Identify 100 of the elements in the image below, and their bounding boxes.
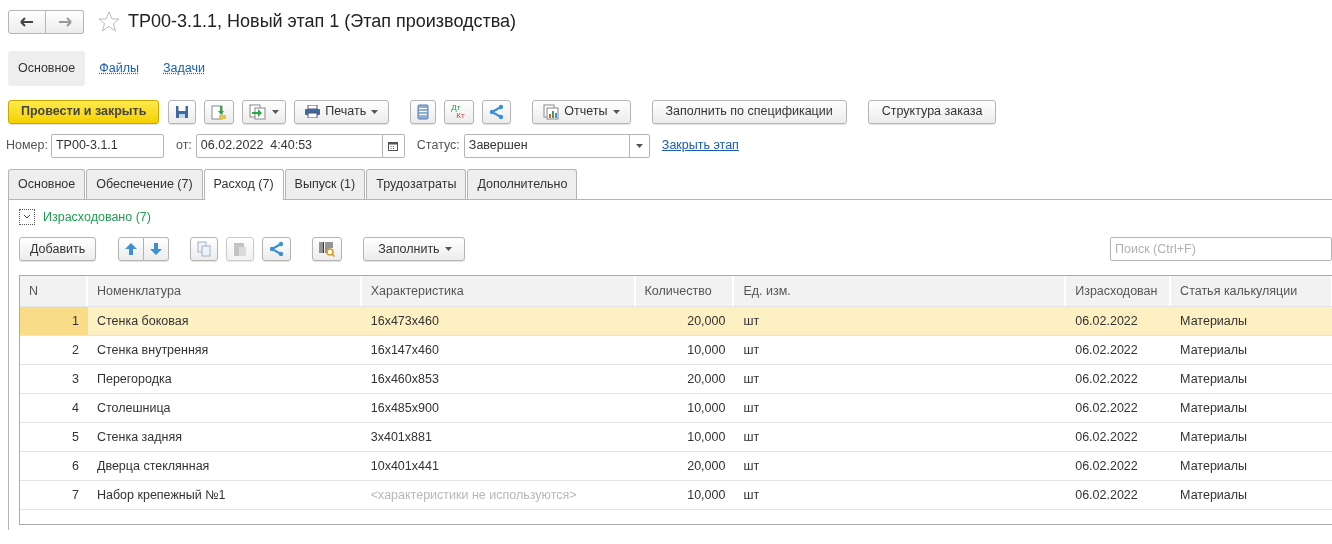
table-cell-text: 06.02.2022	[1074, 457, 1139, 475]
reports-button[interactable]: Отчеты	[532, 99, 631, 124]
table-cell-text: шт	[742, 399, 761, 417]
table-cell-text: 10х401х441	[369, 457, 440, 475]
list-button[interactable]	[410, 99, 437, 124]
tab[interactable]: Основное	[8, 168, 86, 199]
down-arrow-icon	[150, 243, 163, 256]
back-button[interactable]	[8, 9, 46, 34]
chevron-down-icon	[23, 213, 31, 220]
status-label: Статус:	[416, 137, 460, 155]
table-cell-text: Материалы	[1179, 428, 1249, 446]
window-title: ТР00-3.1.1, Новый этап 1 (Этап производства)	[128, 10, 517, 33]
tab[interactable]: Обеспечение (7)	[86, 168, 203, 199]
printer-icon	[305, 105, 321, 119]
documents-arrow-icon	[249, 103, 268, 120]
caret-icon	[635, 143, 643, 148]
status-dropdown[interactable]: Завершен	[463, 133, 650, 158]
date-field[interactable]: 06.02.2022 4:40:53	[195, 133, 405, 158]
share-icon	[489, 103, 505, 120]
tab[interactable]: Дополнительно	[467, 168, 578, 199]
right-arrow-icon	[57, 16, 72, 27]
table-cell-text: 5	[71, 428, 80, 446]
barcode-search-button[interactable]	[312, 237, 343, 262]
add-button[interactable]: Добавить	[19, 237, 97, 262]
create-based-on-button[interactable]	[242, 99, 287, 124]
caret-icon	[444, 247, 452, 252]
table-cell-text: 06.02.2022	[1074, 399, 1139, 417]
table-cell-text: Набор крепежный №1	[95, 486, 227, 504]
collapse-toggle[interactable]	[19, 208, 35, 225]
tab[interactable]: Трудозатраты	[366, 168, 467, 199]
table-cell-text: Материалы	[1179, 341, 1249, 359]
number-field[interactable]: ТР00-3.1.1	[50, 133, 164, 158]
table-cell-text: 16х460х853	[369, 370, 440, 388]
table-cell-text: Материалы	[1179, 399, 1249, 417]
table-cell-text: Перегородка	[95, 370, 173, 388]
table-cell-text: шт	[742, 341, 761, 359]
star-icon[interactable]	[98, 10, 120, 33]
share-button[interactable]	[482, 99, 512, 124]
post-and-close-button[interactable]: Провести и закрыть	[8, 99, 160, 124]
table-cell-text: 10,000	[686, 428, 727, 446]
tab[interactable]: Расход (7)	[203, 168, 284, 200]
table-cell-text: 2	[71, 341, 80, 359]
table-cell-text: 4	[71, 399, 80, 417]
table-cell: 1	[20, 307, 88, 336]
table-cell-text: 06.02.2022	[1074, 341, 1139, 359]
move-down-button[interactable]	[144, 237, 170, 262]
date-value: 06.02.2022 4:40:53	[199, 137, 314, 155]
table-cell-text: Материалы	[1179, 486, 1249, 504]
status-value: Завершен	[467, 137, 529, 155]
up-arrow-icon	[125, 243, 138, 256]
print-button[interactable]: Печать	[294, 99, 390, 124]
fill-by-spec-button[interactable]: Заполнить по спецификации	[651, 99, 847, 124]
caret-icon	[371, 109, 379, 114]
paste-button[interactable]	[226, 237, 255, 262]
table-cell-text: 16х147х460	[369, 341, 440, 359]
table-cell-text: 10,000	[686, 341, 727, 359]
document-arrow-icon	[211, 103, 228, 120]
tab[interactable]: Выпуск (1)	[284, 168, 366, 199]
close-stage-link[interactable]: Закрыть этап	[661, 136, 739, 156]
number-label: Номер:	[6, 137, 48, 155]
copy-button[interactable]	[190, 237, 219, 262]
table-cell-text: 20,000	[686, 312, 727, 330]
table-cell-text: шт	[742, 370, 761, 388]
save-button[interactable]	[168, 99, 197, 124]
left-arrow-icon	[20, 16, 34, 27]
table-cell-text: 7	[71, 486, 80, 504]
fill-button[interactable]: Заполнить	[363, 237, 465, 262]
post-button[interactable]	[204, 99, 235, 124]
table-cell-text: 06.02.2022	[1074, 312, 1139, 330]
section-link[interactable]: Файлы	[89, 51, 149, 86]
calendar-icon[interactable]	[388, 140, 399, 151]
share-button[interactable]	[262, 237, 292, 262]
barcode-magnifier-icon	[319, 241, 336, 258]
table-cell-text: Стенка внутренняя	[95, 341, 210, 359]
copy-icon	[197, 241, 212, 258]
table-cell-text: 10,000	[686, 486, 727, 504]
move-up-button[interactable]	[118, 237, 145, 262]
table-cell-text: Дверца стеклянная	[95, 457, 211, 475]
table-cell-text: Столешница	[95, 399, 172, 417]
date-label: от:	[175, 137, 192, 155]
table-cell-text: 06.02.2022	[1074, 370, 1139, 388]
chart-document-icon	[543, 103, 560, 120]
table-cell-text: шт	[742, 428, 761, 446]
table-cell-text: 20,000	[686, 370, 727, 388]
section-link[interactable]: Основное	[8, 51, 86, 86]
table-cell-text: Стенка задняя	[95, 428, 183, 446]
table-cell-text: Материалы	[1179, 312, 1249, 330]
debit-credit-button[interactable]: Дт Кт	[444, 99, 475, 124]
table-cell-text: 16х485х900	[369, 399, 440, 417]
table-cell-text: 06.02.2022	[1074, 428, 1139, 446]
search-field[interactable]: Поиск (Ctrl+F)	[1110, 237, 1332, 262]
table-cell-text: шт	[742, 486, 761, 504]
clipboard-icon	[233, 241, 248, 258]
table-cell-text: Материалы	[1179, 457, 1249, 475]
table-cell-text: <характеристики не используются>	[369, 486, 578, 504]
order-structure-button[interactable]: Структура заказа	[867, 99, 997, 124]
table-cell-text: 20,000	[686, 457, 727, 475]
share-icon	[269, 241, 285, 258]
table-cell-text: Стенка боковая	[95, 312, 190, 330]
section-link[interactable]: Задачи	[153, 51, 215, 86]
